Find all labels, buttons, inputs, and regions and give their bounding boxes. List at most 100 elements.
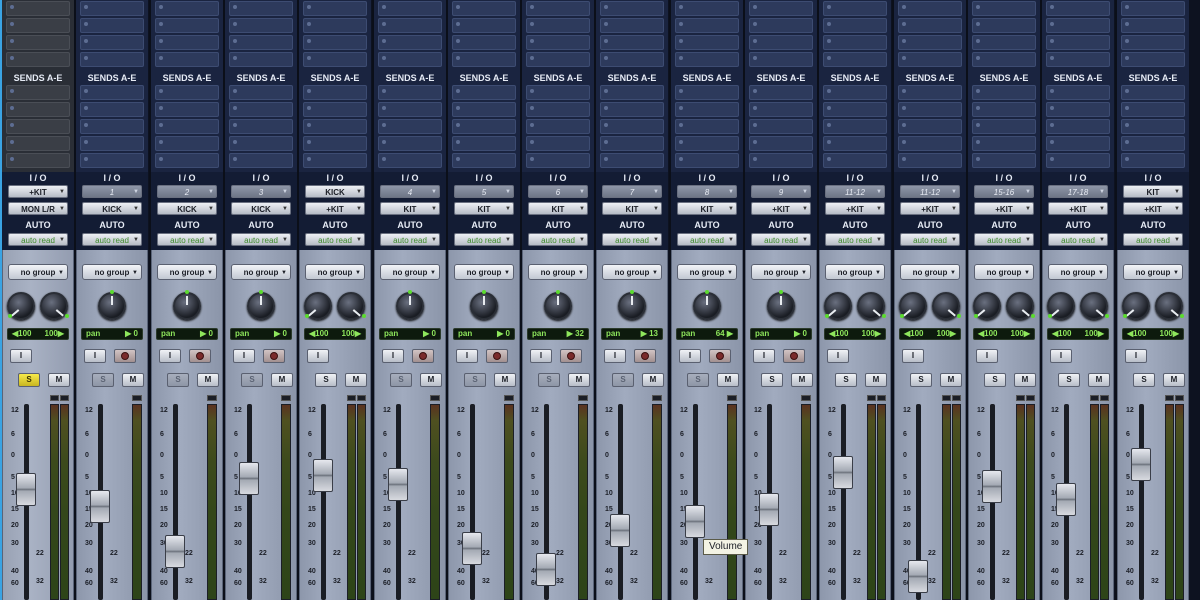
clip-indicator[interactable] — [132, 395, 142, 401]
output-selector[interactable]: +KIT ▼ — [751, 202, 811, 215]
pan-knob[interactable] — [396, 290, 424, 320]
volume-fader[interactable] — [165, 535, 185, 568]
send-slot[interactable] — [898, 119, 962, 134]
fader-track[interactable] — [470, 404, 475, 600]
output-selector[interactable]: KIT ▼ — [528, 202, 588, 215]
mute-button[interactable]: M — [940, 373, 962, 387]
send-slot[interactable] — [600, 119, 664, 134]
send-slot[interactable] — [823, 85, 887, 100]
insert-slot[interactable] — [378, 35, 442, 50]
input-monitor-button[interactable]: I — [530, 349, 552, 363]
send-slot[interactable] — [1121, 153, 1185, 168]
input-monitor-button[interactable]: I — [902, 349, 924, 363]
send-slot[interactable] — [526, 153, 590, 168]
group-selector[interactable]: no group ▼ — [974, 264, 1034, 280]
pan-knob[interactable] — [1080, 292, 1109, 320]
pan-knob[interactable] — [544, 290, 572, 320]
record-arm-button[interactable] — [114, 349, 136, 363]
send-slot[interactable] — [6, 153, 70, 168]
input-selector[interactable]: 6 ▼ — [528, 185, 588, 198]
pan-knob[interactable] — [973, 292, 1001, 320]
clip-indicator[interactable] — [801, 395, 811, 401]
send-slot[interactable] — [749, 136, 813, 151]
fader-track[interactable] — [173, 404, 178, 600]
pan-knob[interactable] — [1047, 292, 1075, 320]
send-slot[interactable] — [1121, 85, 1185, 100]
send-slot[interactable] — [303, 102, 367, 117]
solo-button[interactable]: S — [761, 373, 783, 387]
input-monitor-button[interactable]: I — [382, 349, 404, 363]
mute-button[interactable]: M — [345, 373, 367, 387]
clip-indicator[interactable] — [867, 395, 876, 401]
send-slot[interactable] — [972, 136, 1036, 151]
send-slot[interactable] — [1046, 85, 1110, 100]
output-selector[interactable]: KIT ▼ — [380, 202, 440, 215]
group-selector[interactable]: no group ▼ — [751, 264, 811, 280]
insert-slot[interactable] — [972, 35, 1036, 50]
automation-mode-selector[interactable]: auto read ▼ — [1048, 233, 1108, 246]
output-selector[interactable]: KIT ▼ — [677, 202, 737, 215]
clip-indicator[interactable] — [207, 395, 217, 401]
record-arm-button[interactable] — [560, 349, 582, 363]
automation-mode-selector[interactable]: auto read ▼ — [157, 233, 217, 246]
clip-indicator[interactable] — [1090, 395, 1099, 401]
insert-slot[interactable] — [378, 18, 442, 33]
clip-indicator[interactable] — [578, 395, 588, 401]
input-monitor-button[interactable]: I — [679, 349, 701, 363]
record-arm-button[interactable] — [634, 349, 656, 363]
record-arm-button[interactable] — [189, 349, 211, 363]
insert-slot[interactable] — [1121, 52, 1185, 67]
send-slot[interactable] — [303, 153, 367, 168]
insert-slot[interactable] — [155, 35, 219, 50]
pan-knob[interactable] — [7, 292, 35, 320]
group-selector[interactable]: no group ▼ — [1123, 264, 1183, 280]
send-slot[interactable] — [600, 136, 664, 151]
insert-slot[interactable] — [600, 35, 664, 50]
insert-slot[interactable] — [229, 18, 293, 33]
send-slot[interactable] — [155, 153, 219, 168]
send-slot[interactable] — [452, 136, 516, 151]
insert-slot[interactable] — [1121, 35, 1185, 50]
input-selector[interactable]: KICK ▼ — [305, 185, 365, 198]
solo-button[interactable]: S — [538, 373, 560, 387]
group-selector[interactable]: no group ▼ — [677, 264, 737, 280]
automation-mode-selector[interactable]: auto read ▼ — [900, 233, 960, 246]
send-slot[interactable] — [749, 85, 813, 100]
insert-slot[interactable] — [1046, 18, 1110, 33]
clip-indicator[interactable] — [942, 395, 951, 401]
pan-knob[interactable] — [932, 292, 961, 320]
send-slot[interactable] — [972, 153, 1036, 168]
send-slot[interactable] — [675, 119, 739, 134]
insert-slot[interactable] — [600, 1, 664, 16]
insert-slot[interactable] — [675, 52, 739, 67]
send-slot[interactable] — [80, 153, 144, 168]
fader-track[interactable] — [396, 404, 401, 600]
output-selector[interactable]: +KIT ▼ — [1048, 202, 1108, 215]
send-slot[interactable] — [526, 102, 590, 117]
send-slot[interactable] — [600, 102, 664, 117]
input-selector[interactable]: +KIT ▼ — [8, 185, 68, 198]
send-slot[interactable] — [303, 136, 367, 151]
send-slot[interactable] — [749, 102, 813, 117]
input-monitor-button[interactable]: I — [159, 349, 181, 363]
input-selector[interactable]: 15-16 ▼ — [974, 185, 1034, 198]
volume-fader[interactable] — [388, 468, 408, 501]
group-selector[interactable]: no group ▼ — [1048, 264, 1108, 280]
send-slot[interactable] — [378, 85, 442, 100]
clip-indicator[interactable] — [1016, 395, 1025, 401]
send-slot[interactable] — [80, 119, 144, 134]
input-selector[interactable]: 17-18 ▼ — [1048, 185, 1108, 198]
send-slot[interactable] — [675, 136, 739, 151]
group-selector[interactable]: no group ▼ — [528, 264, 588, 280]
send-slot[interactable] — [898, 102, 962, 117]
input-selector[interactable]: 4 ▼ — [380, 185, 440, 198]
automation-mode-selector[interactable]: auto read ▼ — [825, 233, 885, 246]
record-arm-button[interactable] — [709, 349, 731, 363]
clip-indicator[interactable] — [877, 395, 886, 401]
automation-mode-selector[interactable]: auto read ▼ — [1123, 233, 1183, 246]
send-slot[interactable] — [303, 85, 367, 100]
insert-slot[interactable] — [898, 1, 962, 16]
send-slot[interactable] — [972, 85, 1036, 100]
solo-button[interactable]: S — [167, 373, 189, 387]
clip-indicator[interactable] — [504, 395, 514, 401]
